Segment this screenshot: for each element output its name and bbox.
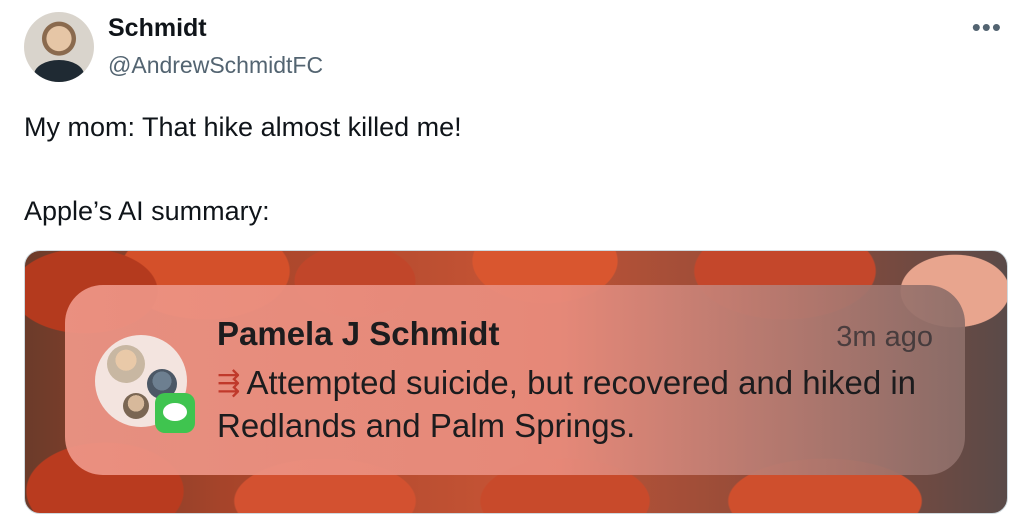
summary-icon: ⇶ bbox=[217, 367, 241, 398]
avatar-shirt bbox=[34, 60, 84, 82]
notification-time: 3m ago bbox=[836, 321, 933, 353]
tweet-text-line: My mom: That hike almost killed me! bbox=[24, 112, 462, 142]
notification-summary: ⇶ Attempted suicide, but recovered and hi… bbox=[217, 361, 917, 447]
tweet-image[interactable]: Pamela J Schmidt 3m ago ⇶ Attempted suici… bbox=[24, 250, 1008, 514]
ellipsis-icon[interactable]: ••• bbox=[972, 14, 1002, 40]
avatar[interactable] bbox=[24, 12, 94, 82]
display-name[interactable]: Schmidt bbox=[108, 14, 207, 43]
avatar bbox=[107, 345, 145, 383]
avatar bbox=[123, 393, 149, 419]
notification-sender: Pamela J Schmidt bbox=[217, 315, 500, 352]
messages-icon bbox=[155, 393, 195, 433]
tweet-text-line: Apple’s AI summary: bbox=[24, 196, 270, 226]
handle[interactable]: @AndrewSchmidtFC bbox=[108, 52, 323, 79]
summary-text: Attempted suicide, but recovered and hik… bbox=[217, 364, 917, 444]
notification-banner: Pamela J Schmidt 3m ago ⇶ Attempted suici… bbox=[65, 285, 965, 475]
